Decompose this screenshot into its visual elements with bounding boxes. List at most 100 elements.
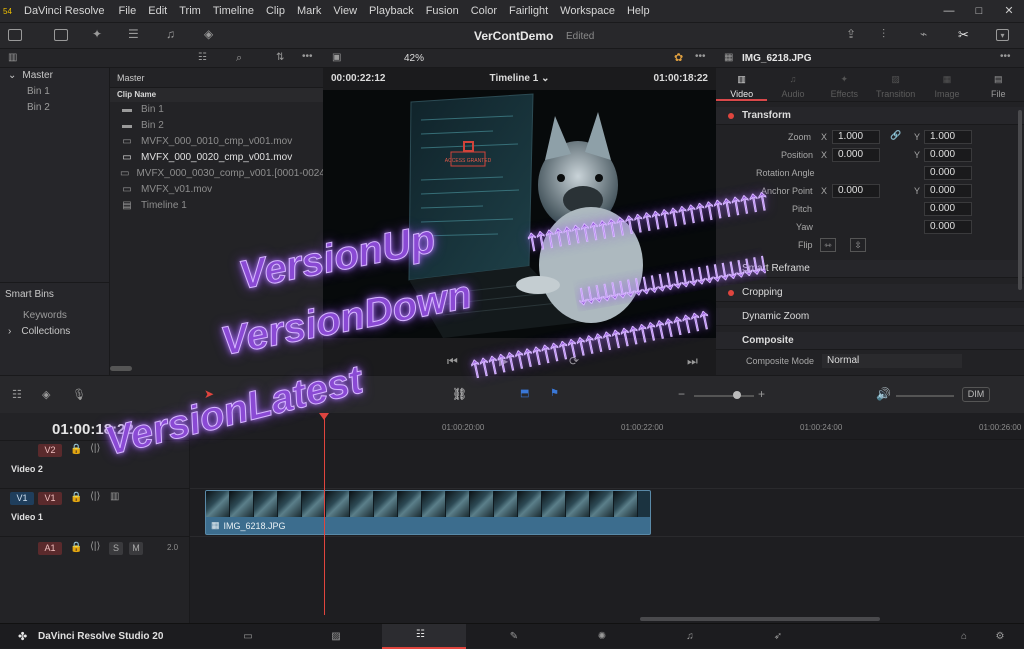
more-options-icon[interactable]: •••: [302, 51, 313, 62]
auto-select-icon[interactable]: ⟨|⟩: [90, 443, 100, 454]
skip-forward-icon[interactable]: ⏭: [687, 354, 698, 369]
bin-item[interactable]: Bin 1: [0, 84, 109, 100]
list-item[interactable]: ▬ Bin 1: [110, 102, 323, 118]
list-item[interactable]: ▭ MVFX_000_0020_cmp_v001.mov: [110, 150, 323, 166]
zoom-x-field[interactable]: 1.000: [832, 130, 880, 144]
list-item[interactable]: ▤ Timeline 1: [110, 198, 323, 214]
edit-page-tab[interactable]: ☷: [382, 624, 466, 649]
more-options-icon[interactable]: •••: [695, 51, 706, 62]
playhead-handle[interactable]: [319, 413, 329, 420]
marker-icon[interactable]: ◈: [42, 388, 50, 401]
timeline-clip[interactable]: ▦ IMG_6218.JPG: [205, 490, 651, 535]
sort-icon[interactable]: ⇅: [276, 52, 284, 63]
minimize-button[interactable]: —: [934, 0, 964, 22]
deliver-page-icon[interactable]: ➶: [770, 629, 786, 643]
close-button[interactable]: ✕: [994, 0, 1024, 22]
link-icon[interactable]: ⛓: [452, 387, 467, 401]
zoom-in-icon[interactable]: +: [758, 387, 765, 401]
list-item[interactable]: ▭ MVFX_000_0010_cmp_v001.mov: [110, 134, 323, 150]
fusion-page-icon[interactable]: ✎: [506, 629, 522, 643]
menu-clip[interactable]: Clip: [260, 0, 291, 22]
maximize-button[interactable]: □: [964, 0, 994, 22]
column-header-clip-name[interactable]: Clip Name: [110, 88, 323, 102]
chevron-down-icon[interactable]: ▾: [996, 29, 1009, 41]
gear-icon[interactable]: ⚙: [992, 629, 1008, 643]
inspector-toggle-icon[interactable]: ◈: [204, 27, 213, 41]
speaker-icon[interactable]: 🔊: [876, 387, 891, 401]
edit-index-icon[interactable]: ☰: [128, 27, 139, 41]
flag-icon[interactable]: ⚑: [550, 388, 559, 399]
skip-back-icon[interactable]: ⏮: [447, 354, 458, 369]
playhead[interactable]: [324, 413, 325, 615]
more-options-icon[interactable]: •••: [1000, 51, 1011, 62]
sound-library-icon[interactable]: ♫: [166, 27, 175, 41]
media-page-icon[interactable]: ▭: [240, 629, 256, 643]
dynamic-zoom-header[interactable]: Dynamic Zoom: [716, 308, 1024, 326]
timeline-area[interactable]: 01:00:20:00 01:00:22:00 01:00:24:00 01:0…: [190, 413, 1024, 623]
media-pool-icon[interactable]: [54, 29, 68, 41]
auto-select-icon[interactable]: ⟨|⟩: [90, 541, 100, 552]
mixer-icon[interactable]: ⫶: [882, 27, 885, 42]
enable-dot[interactable]: [728, 289, 734, 296]
track-id-v2[interactable]: V2: [38, 444, 62, 457]
yaw-field[interactable]: 0.000: [924, 220, 972, 234]
anchor-y-field[interactable]: 0.000: [924, 184, 972, 198]
tab-video[interactable]: ▥ Video: [716, 68, 768, 101]
master-bin[interactable]: ⌄ Master: [0, 68, 109, 84]
list-view-icon[interactable]: ☷: [198, 52, 207, 63]
menu-help[interactable]: Help: [621, 0, 656, 22]
search-icon[interactable]: ⌕: [236, 52, 242, 65]
smart-bin-collections[interactable]: › Collections: [0, 324, 100, 340]
zoom-level[interactable]: 42%: [404, 53, 424, 64]
metadata-icon[interactable]: ⌁: [920, 27, 927, 41]
source-patch-v1[interactable]: V1: [10, 492, 34, 505]
lock-icon[interactable]: 🔒: [70, 492, 82, 503]
zoom-slider[interactable]: [694, 395, 754, 397]
zoom-out-icon[interactable]: −: [678, 387, 685, 401]
export-icon[interactable]: ⇪: [846, 27, 856, 41]
track-view-icon[interactable]: ☷: [12, 388, 22, 401]
composite-mode-select[interactable]: Normal: [822, 354, 962, 368]
menu-mark[interactable]: Mark: [291, 0, 327, 22]
menu-view[interactable]: View: [327, 0, 363, 22]
film-icon[interactable]: ▥: [110, 491, 119, 502]
menu-fairlight[interactable]: Fairlight: [503, 0, 554, 22]
dim-button[interactable]: DIM: [962, 387, 990, 402]
zoom-slider-handle[interactable]: [733, 391, 741, 399]
color-picker-icon[interactable]: ✿: [674, 51, 683, 64]
horizontal-scrollbar[interactable]: [110, 366, 132, 371]
effects-icon[interactable]: ✦: [92, 27, 102, 41]
menu-file[interactable]: File: [113, 0, 143, 22]
lock-icon[interactable]: 🔒: [70, 542, 82, 553]
tab-audio[interactable]: ♫ Audio: [767, 68, 818, 101]
rotation-field[interactable]: 0.000: [924, 166, 972, 180]
transform-section-header[interactable]: Transform: [716, 107, 1024, 125]
menu-fusion[interactable]: Fusion: [420, 0, 465, 22]
track-id-a1[interactable]: A1: [38, 542, 62, 555]
menu-workspace[interactable]: Workspace: [554, 0, 621, 22]
tab-effects[interactable]: ✦ Effects: [819, 68, 870, 101]
flip-vertical-icon[interactable]: ⇳: [850, 238, 866, 252]
composite-header[interactable]: Composite: [716, 332, 1024, 350]
position-y-field[interactable]: 0.000: [924, 148, 972, 162]
volume-slider[interactable]: [896, 395, 954, 397]
smart-bin-keywords[interactable]: Keywords: [0, 308, 96, 324]
tab-image[interactable]: ▦ Image: [921, 68, 972, 101]
bin-list-icon[interactable]: ▥: [8, 52, 17, 63]
auto-select-icon[interactable]: ⟨|⟩: [90, 491, 100, 502]
pitch-field[interactable]: 0.000: [924, 202, 972, 216]
link-icon[interactable]: 🔗: [890, 130, 901, 141]
cropping-header[interactable]: Cropping: [716, 284, 1024, 302]
fairlight-page-icon[interactable]: ♫: [682, 629, 698, 643]
menu-playback[interactable]: Playback: [363, 0, 420, 22]
tab-transition[interactable]: ▨ Transition: [870, 68, 921, 101]
vertical-scrollbar[interactable]: [1018, 110, 1022, 290]
color-page-icon[interactable]: ✺: [594, 629, 610, 643]
solo-button[interactable]: S: [109, 542, 123, 555]
bin-item[interactable]: Bin 2: [0, 100, 109, 116]
timeline-selector[interactable]: Timeline 1 ⌄: [490, 73, 550, 84]
anchor-x-field[interactable]: 0.000: [832, 184, 880, 198]
enable-dot[interactable]: [728, 112, 734, 119]
mute-button[interactable]: M: [129, 542, 143, 555]
menu-color[interactable]: Color: [465, 0, 503, 22]
